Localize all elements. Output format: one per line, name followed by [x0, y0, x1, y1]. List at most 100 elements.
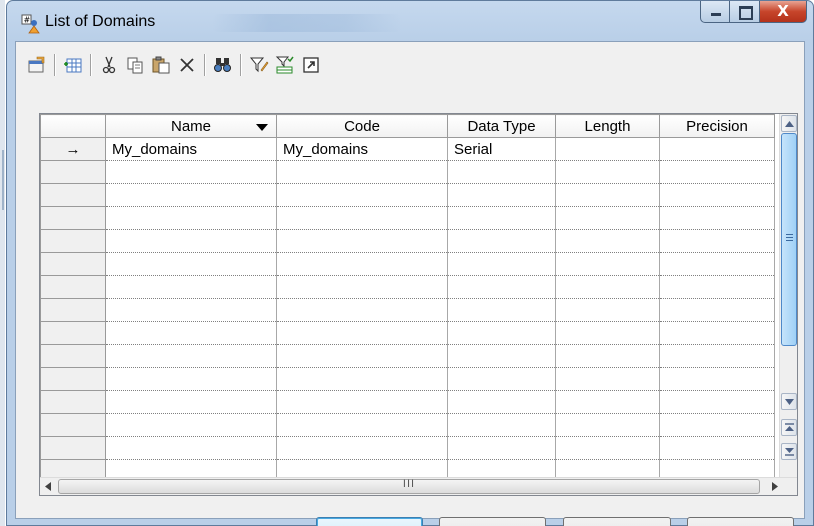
length-cell[interactable]	[555, 252, 660, 276]
column-header-precision[interactable]: Precision	[659, 114, 775, 138]
code-cell[interactable]	[276, 321, 448, 345]
code-cell[interactable]	[276, 298, 448, 322]
delete-button[interactable]	[174, 52, 200, 78]
table-row[interactable]	[40, 298, 775, 322]
title-bar[interactable]: # List of Domains X	[7, 1, 813, 41]
arrow-left-icon[interactable]	[45, 482, 51, 491]
name-cell[interactable]	[105, 344, 277, 368]
data-type-cell[interactable]	[447, 413, 556, 437]
help-button[interactable]: Help	[687, 517, 794, 526]
precision-cell[interactable]	[659, 137, 775, 161]
domains-grid[interactable]: Name Code Data Type Length Precision → My…	[39, 113, 798, 496]
code-cell[interactable]	[276, 367, 448, 391]
apply-button[interactable]: Apply	[563, 517, 671, 526]
scroll-up-button[interactable]	[781, 115, 797, 132]
data-type-cell[interactable]: Serial	[447, 137, 556, 161]
code-cell[interactable]	[276, 229, 448, 253]
precision-cell[interactable]	[659, 321, 775, 345]
copy-button[interactable]	[122, 52, 148, 78]
precision-cell[interactable]	[659, 275, 775, 299]
length-cell[interactable]	[555, 436, 660, 460]
export-button[interactable]	[298, 52, 324, 78]
data-type-cell[interactable]	[447, 390, 556, 414]
precision-cell[interactable]	[659, 390, 775, 414]
filter-button[interactable]	[246, 52, 272, 78]
name-cell[interactable]	[105, 252, 277, 276]
table-row[interactable]	[40, 321, 775, 345]
length-cell[interactable]	[555, 321, 660, 345]
find-button[interactable]	[210, 52, 236, 78]
scroll-to-bottom-button[interactable]	[781, 443, 797, 460]
name-cell[interactable]	[105, 183, 277, 207]
column-header-length[interactable]: Length	[555, 114, 660, 138]
horizontal-scroll-thumb[interactable]: III	[58, 478, 760, 494]
minimize-button[interactable]	[700, 1, 730, 23]
code-cell[interactable]	[276, 344, 448, 368]
code-cell[interactable]	[276, 436, 448, 460]
code-cell[interactable]	[276, 183, 448, 207]
length-cell[interactable]	[555, 137, 660, 161]
customize-columns-button[interactable]	[272, 52, 298, 78]
horizontal-scrollbar[interactable]: III	[40, 477, 797, 495]
name-cell[interactable]	[105, 367, 277, 391]
row-selector[interactable]	[40, 436, 106, 460]
properties-button[interactable]	[24, 52, 50, 78]
length-cell[interactable]	[555, 229, 660, 253]
length-cell[interactable]	[555, 298, 660, 322]
maximize-button[interactable]	[730, 1, 760, 23]
cut-button[interactable]	[96, 52, 122, 78]
name-cell[interactable]	[105, 321, 277, 345]
table-row[interactable]	[40, 367, 775, 391]
row-selector[interactable]: →	[40, 137, 106, 161]
column-header-name[interactable]: Name	[105, 114, 277, 138]
table-row[interactable]	[40, 413, 775, 437]
scroll-to-top-button[interactable]	[781, 419, 797, 436]
precision-cell[interactable]	[659, 436, 775, 460]
data-type-cell[interactable]	[447, 160, 556, 184]
paste-button[interactable]	[148, 52, 174, 78]
column-header-code[interactable]: Code	[276, 114, 448, 138]
column-header-data-type[interactable]: Data Type	[447, 114, 556, 138]
length-cell[interactable]	[555, 390, 660, 414]
length-cell[interactable]	[555, 160, 660, 184]
data-type-cell[interactable]	[447, 367, 556, 391]
table-row[interactable]	[40, 229, 775, 253]
table-row[interactable]	[40, 183, 775, 207]
name-cell[interactable]: My_domains	[105, 137, 277, 161]
add-row-button[interactable]	[60, 52, 86, 78]
table-row[interactable]	[40, 390, 775, 414]
data-type-cell[interactable]	[447, 275, 556, 299]
length-cell[interactable]	[555, 183, 660, 207]
name-cell[interactable]	[105, 390, 277, 414]
arrow-right-icon[interactable]	[772, 482, 778, 491]
row-selector[interactable]	[40, 413, 106, 437]
precision-cell[interactable]	[659, 367, 775, 391]
length-cell[interactable]	[555, 275, 660, 299]
code-cell[interactable]: My_domains	[276, 137, 448, 161]
table-row[interactable]	[40, 275, 775, 299]
table-row[interactable]	[40, 160, 775, 184]
data-type-cell[interactable]	[447, 183, 556, 207]
row-selector[interactable]	[40, 183, 106, 207]
length-cell[interactable]	[555, 206, 660, 230]
close-button[interactable]: X	[760, 1, 807, 23]
data-type-cell[interactable]	[447, 206, 556, 230]
table-row[interactable]	[40, 436, 775, 460]
row-selector[interactable]	[40, 344, 106, 368]
name-cell[interactable]	[105, 436, 277, 460]
name-cell[interactable]	[105, 275, 277, 299]
precision-cell[interactable]	[659, 206, 775, 230]
row-selector[interactable]	[40, 321, 106, 345]
row-selector[interactable]	[40, 390, 106, 414]
row-selector[interactable]	[40, 367, 106, 391]
data-type-cell[interactable]	[447, 229, 556, 253]
data-type-cell[interactable]	[447, 321, 556, 345]
row-selector[interactable]	[40, 275, 106, 299]
row-selector[interactable]	[40, 229, 106, 253]
code-cell[interactable]	[276, 413, 448, 437]
table-row[interactable]	[40, 252, 775, 276]
name-cell[interactable]	[105, 413, 277, 437]
precision-cell[interactable]	[659, 160, 775, 184]
ok-button[interactable]: OK	[316, 517, 423, 526]
row-selector[interactable]	[40, 252, 106, 276]
